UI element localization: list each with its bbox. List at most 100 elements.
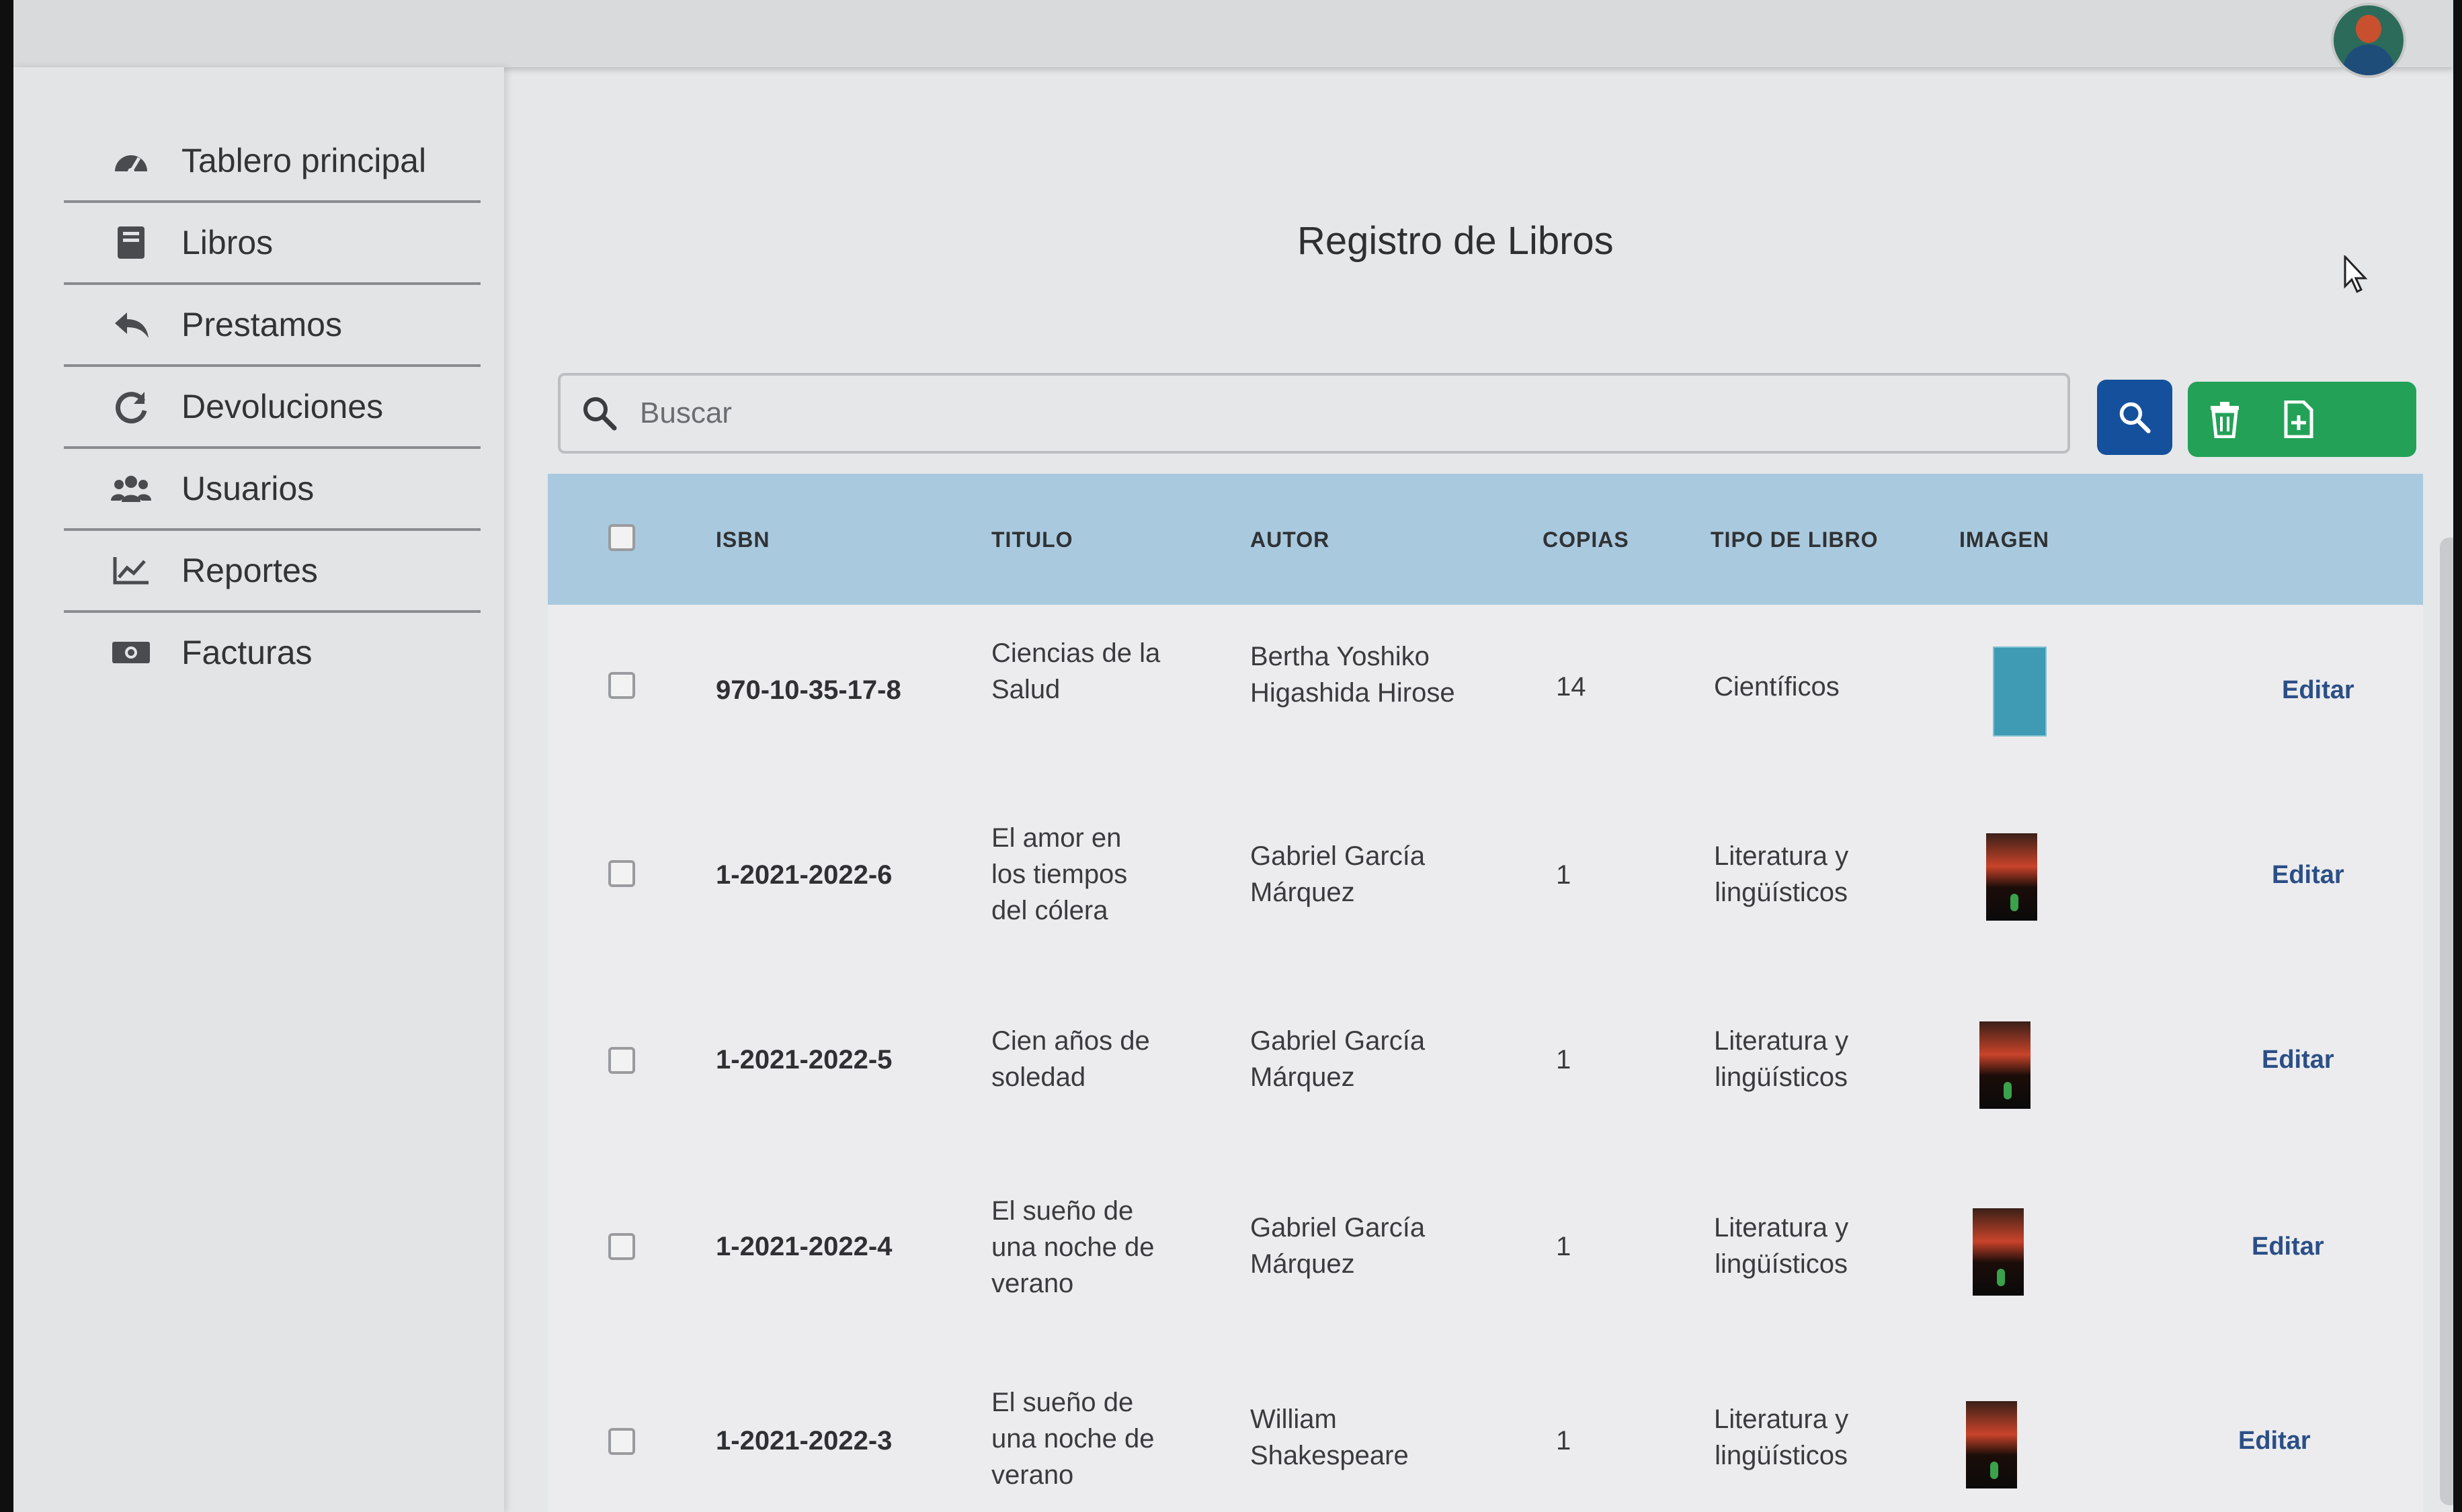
money-bill-icon [111,632,151,673]
sidebar-item-facturas[interactable]: Facturas [64,613,481,692]
select-all-checkbox[interactable] [608,524,635,551]
top-bar [13,0,2453,78]
app-screen: Tablero principal Libros Prestamos Devol… [13,0,2453,1512]
edit-link[interactable]: Editar [2262,1042,2334,1078]
titulo-line: El sueño de [991,1196,1134,1226]
cell-titulo: El amor en los tiempos del cólera [991,820,1127,929]
cell-autor: Gabriel García Márquez [1250,838,1425,911]
sidebar-item-label: Libros [181,224,274,261]
search-icon [2119,402,2151,433]
search-box[interactable] [558,373,2070,454]
table-row: 1-2021-2022-5 Cien años de soledad Gabri… [548,974,2423,1158]
cell-isbn: 970-10-35-17-8 [716,675,901,705]
sidebar-item-tablero[interactable]: Tablero principal [64,121,481,203]
titulo-line: soledad [991,1062,1086,1092]
add-book-button[interactable] [2262,382,2336,457]
book-cover-image [1986,833,2037,921]
cell-autor: Gabriel García Márquez [1250,1210,1425,1282]
cell-copias: 1 [1556,1426,1571,1456]
book-cover-image [1993,646,2047,737]
row-checkbox[interactable] [608,672,635,699]
vertical-scrollbar[interactable] [2440,538,2453,1505]
tipo-line: lingüísticos [1715,1249,1848,1279]
search-button[interactable] [2097,380,2172,455]
edit-link[interactable]: Editar [2282,672,2354,708]
sidebar-item-prestamos[interactable]: Prestamos [64,285,481,367]
column-header-autor[interactable]: AUTOR [1250,528,1329,552]
autor-line: Gabriel García [1250,1213,1426,1243]
tipo-line: Literatura y [1714,1213,1849,1243]
row-checkbox[interactable] [608,1047,635,1074]
row-checkbox[interactable] [608,860,635,887]
titulo-line: El amor en [991,823,1122,853]
titulo-line: verano [991,1269,1074,1298]
column-header-isbn[interactable]: ISBN [716,528,770,552]
cell-titulo: El sueño de una noche de verano [991,1384,1154,1493]
file-plus-icon [2284,401,2313,438]
column-header-imagen[interactable]: IMAGEN [1959,528,2049,552]
sidebar-item-label: Facturas [181,634,313,671]
sidebar-item-label: Reportes [181,552,318,589]
table-header: ISBN TITULO AUTOR COPIAS TIPO DE LIBRO I… [548,474,2423,605]
titulo-line: Salud [991,675,1061,704]
tipo-line: lingüísticos [1715,878,1848,907]
cell-tipo: Literatura y lingüísticos [1714,838,1848,911]
delete-button[interactable] [2188,382,2262,457]
chart-line-icon [111,550,151,591]
autor-line: Shakespeare [1250,1441,1409,1470]
autor-line: Márquez [1250,1062,1355,1092]
titulo-line: El sueño de [991,1388,1134,1417]
table-row: 1-2021-2022-6 El amor en los tiempos del… [548,783,2423,976]
tipo-line: Literatura y [1714,1026,1849,1056]
cell-titulo: Cien años de soledad [991,1023,1150,1095]
edit-link[interactable]: Editar [2252,1228,2324,1265]
column-header-copias[interactable]: COPIAS [1543,528,1629,552]
sidebar-item-reportes[interactable]: Reportes [64,531,481,613]
sidebar-item-label: Prestamos [181,306,342,343]
titulo-line: Cien años de [991,1026,1150,1056]
autor-line: Higashida Hirose [1250,678,1455,708]
titulo-line: los tiempos [991,859,1128,889]
cell-autor: Gabriel García Márquez [1250,1023,1425,1095]
tipo-line: Literatura y [1714,1404,1849,1434]
reply-arrow-icon [111,304,151,345]
avatar-head [2356,15,2381,43]
autor-line: Gabriel García [1250,841,1426,871]
edit-link[interactable]: Editar [2238,1423,2311,1459]
cell-tipo: Literatura y lingüísticos [1714,1210,1848,1282]
cell-isbn: 1-2021-2022-4 [716,1232,893,1261]
sidebar-item-label: Devoluciones [181,388,384,425]
main-content: Registro de Libros ISBN TITULO AUTOR [504,67,2453,1512]
cell-autor: Bertha Yoshiko Higashida Hirose [1250,638,1455,711]
cell-tipo: Científicos [1714,669,1840,705]
sidebar-item-libros[interactable]: Libros [64,203,481,285]
cell-isbn: 1-2021-2022-3 [716,1426,893,1456]
cell-copias: 1 [1556,1232,1571,1261]
autor-line: Márquez [1250,1249,1355,1279]
table-row: 1-2021-2022-4 El sueño de una noche de v… [548,1156,2423,1349]
action-button-group [2188,382,2416,457]
sidebar-item-usuarios[interactable]: Usuarios [64,449,481,531]
titulo-line: una noche de [991,1424,1155,1454]
cell-titulo: El sueño de una noche de verano [991,1193,1154,1302]
row-checkbox[interactable] [608,1428,635,1455]
sidebar-item-label: Usuarios [181,470,315,507]
sidebar-item-devoluciones[interactable]: Devoluciones [64,367,481,449]
cell-copias: 1 [1556,1045,1571,1075]
titulo-line: una noche de [991,1232,1155,1262]
sidebar-item-label: Tablero principal [181,142,427,179]
books-table: ISBN TITULO AUTOR COPIAS TIPO DE LIBRO I… [548,474,2423,1512]
dashboard-gauge-icon [111,140,151,181]
redo-arrow-icon [111,386,151,427]
edit-link[interactable]: Editar [2272,857,2344,893]
titulo-line: Ciencias de la [991,638,1161,668]
titulo-line: verano [991,1460,1074,1490]
column-header-titulo[interactable]: TITULO [991,528,1073,552]
autor-line: Gabriel García [1250,1026,1426,1056]
users-icon [111,468,151,509]
search-icon [583,397,617,431]
row-checkbox[interactable] [608,1233,635,1260]
column-header-tipo[interactable]: TIPO DE LIBRO [1711,528,1878,552]
tipo-line: Literatura y [1714,841,1849,871]
search-input[interactable] [639,396,1985,431]
